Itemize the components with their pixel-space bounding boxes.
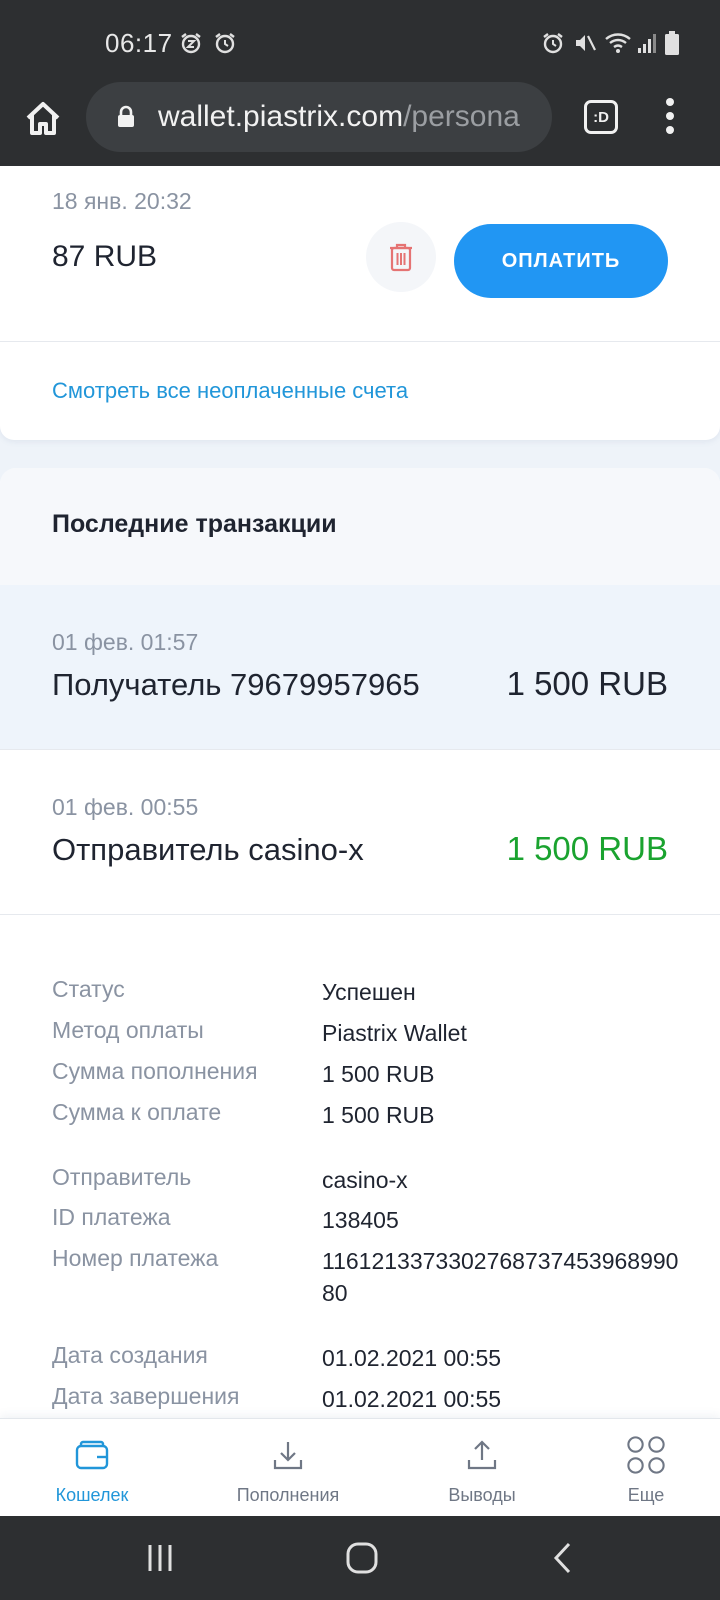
detail-label: Дата создания: [52, 1342, 208, 1368]
more-circles-icon: [626, 1435, 666, 1475]
nav-more[interactable]: Еще: [606, 1419, 686, 1517]
detail-value: 01.02.2021 00:55: [322, 1345, 502, 1371]
nav-label: Кошелек: [55, 1485, 129, 1505]
alarm-icon: [212, 30, 238, 56]
bottom-navigation: Кошелек Пополнения Выводы Еще: [0, 1418, 720, 1516]
back-chevron-icon: [553, 1542, 571, 1574]
detail-label: Метод оплаты: [52, 1017, 204, 1043]
recent-apps-button[interactable]: [140, 1536, 180, 1580]
pay-button[interactable]: ОПЛАТИТЬ: [454, 224, 668, 298]
detail-label: Дата завершения: [52, 1383, 240, 1409]
detail-label: ID платежа: [52, 1204, 171, 1230]
wifi-icon: [604, 30, 632, 56]
status-bar: 06:17: [0, 0, 720, 82]
nav-deposits[interactable]: Пополнения: [228, 1419, 348, 1517]
mute-icon: [572, 30, 598, 56]
transaction-amount: 1 500 RUB: [506, 665, 668, 702]
transaction-amount: 1 500 RUB: [506, 830, 668, 867]
trash-icon: [390, 243, 412, 272]
upload-icon: [462, 1435, 502, 1475]
home-system-button[interactable]: [340, 1536, 384, 1580]
system-navigation-bar: [0, 1516, 720, 1600]
home-icon: [26, 102, 60, 135]
detail-label: Отправитель: [52, 1164, 192, 1190]
back-button[interactable]: [548, 1536, 578, 1580]
section-title: Последние транзакции: [52, 510, 337, 538]
unpaid-invoice-card: 18 янв. 20:32 87 RUB ОПЛАТИТЬ Смотреть в…: [0, 166, 720, 440]
menu-dot-icon: [666, 112, 674, 120]
home-button[interactable]: [20, 96, 66, 142]
nav-label: Еще: [627, 1485, 665, 1505]
detail-value: Успешен: [322, 979, 416, 1005]
url-domain: wallet.piastrix.com: [158, 100, 404, 133]
nav-wallet[interactable]: Кошелек: [42, 1419, 142, 1517]
nav-label: Выводы: [448, 1485, 516, 1505]
menu-dot-icon: [666, 126, 674, 134]
transactions-header: Последние транзакции: [0, 468, 720, 585]
detail-value: Piastrix Wallet: [322, 1020, 467, 1046]
lock-icon: [118, 105, 134, 127]
home-circle-icon: [346, 1542, 378, 1574]
transaction-row[interactable]: 01 фев. 00:55 Отправитель casino-x 1 500…: [0, 750, 720, 915]
address-bar[interactable]: wallet.piastrix.com/persona: [86, 82, 552, 152]
url-text: wallet.piastrix.com/persona: [158, 100, 520, 134]
transaction-counterparty: Получатель 79679957965: [52, 667, 420, 702]
browser-menu-button[interactable]: [660, 98, 680, 138]
transaction-counterparty: Отправитель casino-x: [52, 832, 364, 867]
menu-dot-icon: [666, 98, 674, 106]
detail-value: 116121337330276873745396899080: [322, 1248, 679, 1306]
status-time: 06:17: [105, 28, 173, 58]
invoice-amount: 87 RUB: [52, 240, 158, 273]
transaction-row[interactable]: 01 фев. 01:57 Получатель 79679957965 1 5…: [0, 585, 720, 750]
detail-value: 1 500 RUB: [322, 1061, 435, 1087]
nav-label: Пополнения: [236, 1485, 340, 1505]
detail-label: Сумма пополнения: [52, 1058, 258, 1084]
detail-label: Номер платежа: [52, 1245, 219, 1271]
invoice-date: 18 янв. 20:32: [52, 188, 192, 214]
detail-label: Статус: [52, 976, 125, 1002]
alarm-icon: [540, 30, 566, 56]
detail-label: Сумма к оплате: [52, 1099, 222, 1125]
tab-switcher-button[interactable]: :D: [584, 100, 618, 134]
detail-value: 01.02.2021 00:55: [322, 1386, 502, 1412]
detail-value: casino-x: [322, 1167, 408, 1193]
download-icon: [268, 1435, 308, 1475]
battery-icon: [664, 30, 680, 56]
browser-toolbar: wallet.piastrix.com/persona :D: [0, 82, 720, 166]
signal-icon: [636, 30, 658, 56]
divider: [0, 341, 720, 342]
detail-value: 138405: [322, 1207, 399, 1233]
nav-withdrawals[interactable]: Выводы: [432, 1419, 532, 1517]
view-unpaid-invoices-link[interactable]: Смотреть все неоплаченные счета: [52, 378, 408, 404]
transaction-date: 01 фев. 01:57: [52, 629, 199, 655]
url-path: /persona: [403, 100, 520, 133]
delete-invoice-button[interactable]: [366, 222, 436, 292]
wallet-icon: [72, 1435, 112, 1475]
snooze-alarm-icon: [178, 30, 204, 56]
detail-value: 1 500 RUB: [322, 1102, 435, 1128]
recent-apps-icon: [148, 1545, 172, 1571]
transaction-date: 01 фев. 00:55: [52, 794, 199, 820]
